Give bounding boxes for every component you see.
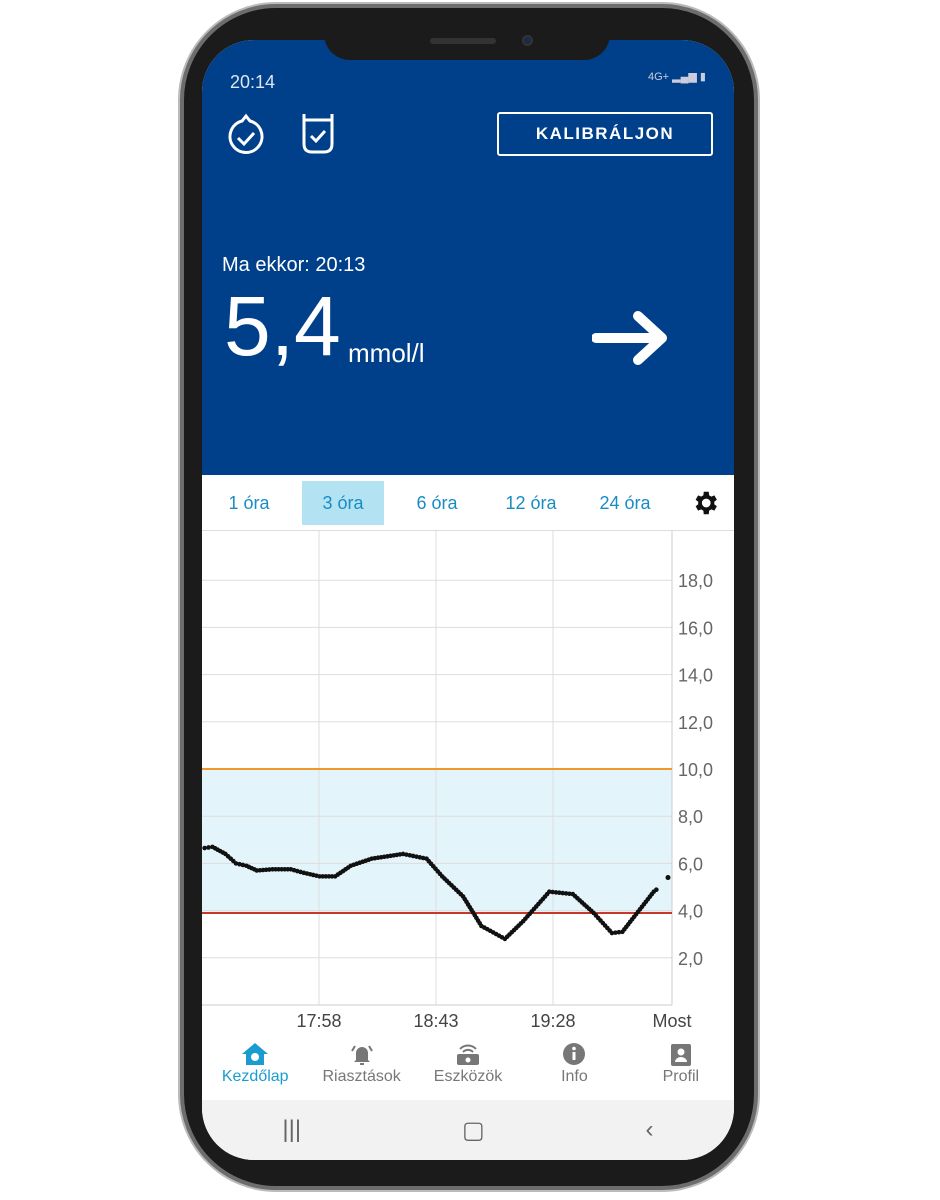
glucose-point — [654, 887, 659, 892]
home-button-icon[interactable]: ▢ — [462, 1116, 485, 1145]
y-tick-label: 10,0 — [678, 760, 713, 780]
glucose-point — [202, 845, 207, 851]
nav-devices[interactable]: Eszközök — [415, 1030, 521, 1100]
glucose-value: 5,4 — [224, 279, 341, 373]
nav-label: Profil — [662, 1068, 700, 1085]
status-icons: 4G+ ▂▄▆ ▮ — [648, 71, 706, 83]
tab-24h[interactable]: 24 óra — [578, 481, 672, 525]
nav-label: Riasztások — [322, 1068, 401, 1085]
network-label: 4G+ — [648, 71, 670, 83]
bottom-nav: Kezdőlap Riasztások Eszközök Info Profil — [202, 1030, 734, 1100]
nav-home[interactable]: Kezdőlap — [202, 1030, 308, 1100]
y-tick-label: 8,0 — [678, 807, 703, 827]
y-tick-label: 12,0 — [678, 713, 713, 733]
notch — [324, 24, 610, 60]
tab-12h[interactable]: 12 óra — [484, 481, 578, 525]
time-range-tabs: 1 óra 3 óra 6 óra 12 óra 24 óra — [202, 475, 734, 531]
nav-alerts[interactable]: Riasztások — [308, 1030, 414, 1100]
calibrate-button[interactable]: KALIBRÁLJON — [497, 112, 713, 156]
y-tick-label: 18,0 — [678, 571, 713, 591]
tab-1h[interactable]: 1 óra — [202, 481, 296, 525]
sensor-ok-icon[interactable] — [226, 112, 266, 156]
glucose-chart: 2,0 4,0 6,0 8,0 10,0 12,0 14,0 16,0 18,0 17:58 18:… — [202, 531, 713, 1031]
nav-label: Kezdőlap — [221, 1068, 289, 1085]
device-icon — [457, 1044, 480, 1065]
nav-label: Eszközök — [433, 1068, 503, 1085]
recent-apps-icon[interactable]: ||| — [282, 1116, 301, 1144]
reading-time: Ma ekkor: 20:13 — [222, 254, 366, 276]
header: 20:14 4G+ ▂▄▆ ▮ KALIBRÁLJON Ma ekkor: 20… — [202, 40, 734, 475]
home-icon — [242, 1043, 269, 1065]
y-tick-label: 6,0 — [678, 854, 703, 874]
x-tick-label: Most — [652, 1011, 691, 1031]
nav-info[interactable]: Info — [521, 1030, 627, 1100]
x-tick-label: 17:58 — [296, 1011, 341, 1031]
trend-arrow-right-icon — [592, 311, 667, 365]
screen: 20:14 4G+ ▂▄▆ ▮ KALIBRÁLJON Ma ekkor: 20… — [202, 40, 734, 1160]
x-tick-label: 19:28 — [530, 1011, 575, 1031]
profile-icon — [670, 1044, 691, 1066]
nav-label: Info — [561, 1068, 588, 1085]
target-range-band — [202, 769, 672, 913]
y-tick-label: 14,0 — [678, 666, 713, 686]
glucose-point — [206, 845, 211, 850]
glucose-unit: mmol/l — [348, 338, 425, 368]
back-icon[interactable]: ‹ — [646, 1116, 654, 1144]
y-tick-label: 4,0 — [678, 902, 703, 922]
bell-icon — [350, 1045, 373, 1065]
y-tick-label: 16,0 — [678, 618, 713, 638]
system-nav-bar: ||| ▢ ‹ — [202, 1100, 734, 1160]
info-icon — [563, 1043, 586, 1065]
y-tick-label: 2,0 — [678, 949, 703, 969]
tab-6h[interactable]: 6 óra — [390, 481, 484, 525]
gear-icon[interactable] — [690, 488, 720, 518]
tab-3h[interactable]: 3 óra — [302, 480, 384, 525]
transmitter-ok-icon[interactable] — [300, 112, 336, 156]
status-time: 20:14 — [230, 72, 276, 92]
latest-glucose-point — [665, 875, 671, 881]
nav-profile[interactable]: Profil — [628, 1030, 734, 1100]
camera-icon — [522, 35, 533, 46]
x-tick-label: 18:43 — [413, 1011, 458, 1031]
